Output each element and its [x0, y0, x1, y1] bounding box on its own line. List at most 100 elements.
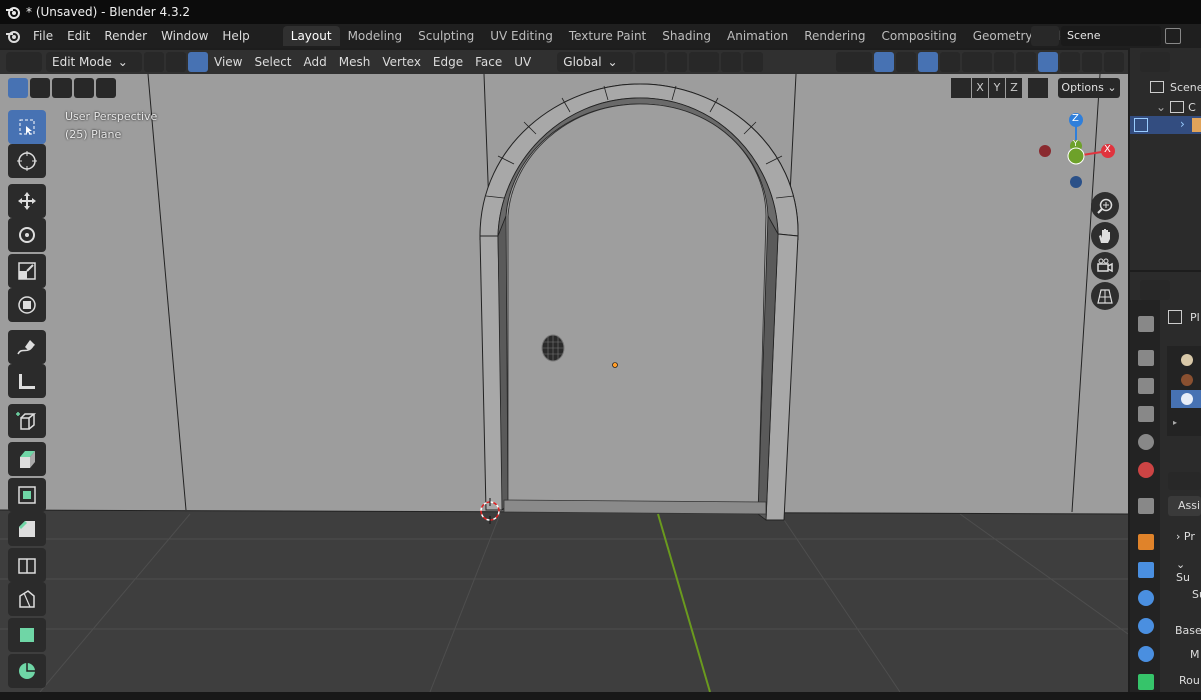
tool-transform[interactable] — [8, 288, 46, 322]
tool-move[interactable] — [8, 184, 46, 218]
tool-poly-build[interactable] — [8, 618, 46, 652]
preview-panel-header[interactable]: › Pr — [1176, 530, 1195, 543]
tab-uv-editing[interactable]: UV Editing — [482, 26, 561, 46]
transform-orientation-dropdown[interactable]: Global ⌄ — [557, 52, 634, 72]
orthographic-toggle-button[interactable] — [1091, 282, 1119, 310]
gizmo-toggle-icon[interactable] — [874, 52, 894, 72]
physics-icon[interactable] — [1138, 618, 1154, 634]
menu-view[interactable]: View — [208, 55, 248, 69]
wireframe-shading-icon[interactable] — [1016, 52, 1036, 72]
tab-texture-paint[interactable]: Texture Paint — [561, 26, 654, 46]
menu-edit[interactable]: Edit — [60, 24, 97, 48]
tool-extrude[interactable] — [8, 442, 46, 476]
zoom-button[interactable] — [1091, 192, 1119, 220]
mesh-data-icon[interactable] — [1138, 674, 1154, 690]
tab-rendering[interactable]: Rendering — [796, 26, 873, 46]
falloff-icon[interactable] — [743, 52, 764, 72]
tab-sculpting[interactable]: Sculpting — [410, 26, 482, 46]
tool-spin[interactable] — [8, 654, 46, 688]
select-box-intersect-icon[interactable] — [96, 78, 116, 98]
material-slot-3-selected[interactable] — [1171, 390, 1201, 408]
xray-icon[interactable] — [994, 52, 1014, 72]
face-select-icon[interactable] — [188, 52, 208, 72]
proportional-edit-icon[interactable] — [721, 52, 742, 72]
tool-properties-icon[interactable] — [1138, 316, 1154, 332]
tool-select-box[interactable] — [8, 110, 46, 144]
menu-help[interactable]: Help — [215, 24, 256, 48]
axis-x-toggle[interactable]: X — [972, 78, 988, 98]
tab-animation[interactable]: Animation — [719, 26, 796, 46]
menu-window[interactable]: Window — [154, 24, 215, 48]
tool-rotate[interactable] — [8, 218, 46, 252]
outliner-editor-type-icon[interactable] — [1140, 52, 1170, 72]
render-properties-icon[interactable] — [1138, 350, 1154, 366]
pivot-point-icon[interactable] — [635, 52, 666, 72]
select-box-new-icon[interactable] — [8, 78, 28, 98]
new-scene-icon[interactable] — [1165, 28, 1181, 44]
tab-shading[interactable]: Shading — [654, 26, 719, 46]
assign-button[interactable]: Assi — [1168, 496, 1201, 516]
camera-view-button[interactable] — [1091, 252, 1119, 280]
scene-properties-icon[interactable] — [1138, 434, 1154, 450]
menu-file[interactable]: File — [26, 24, 60, 48]
visibility-icon[interactable] — [836, 52, 872, 72]
menu-face[interactable]: Face — [469, 55, 508, 69]
tool-scale[interactable] — [8, 254, 46, 288]
shading-dropdown-icon[interactable] — [1104, 52, 1124, 72]
menu-render[interactable]: Render — [97, 24, 154, 48]
menu-add[interactable]: Add — [298, 55, 333, 69]
scene-name-field[interactable]: Scene — [1061, 26, 1161, 46]
overlay-dropdown-icon[interactable] — [940, 52, 960, 72]
snap-icon[interactable] — [667, 52, 688, 72]
menu-vertex[interactable]: Vertex — [376, 55, 427, 69]
outliner-selected-row[interactable]: › — [1130, 116, 1201, 134]
select-box-extend-icon[interactable] — [30, 78, 50, 98]
snap-target-icon[interactable] — [689, 52, 720, 72]
select-box-invert-icon[interactable] — [74, 78, 94, 98]
tab-compositing[interactable]: Compositing — [873, 26, 964, 46]
material-slot-2-icon[interactable] — [1181, 374, 1193, 386]
constraints-icon[interactable] — [1138, 646, 1154, 662]
tool-add-cube[interactable] — [8, 404, 46, 438]
menu-edge[interactable]: Edge — [427, 55, 469, 69]
row-expand-icon[interactable]: › — [1180, 117, 1185, 131]
select-box-subtract-icon[interactable] — [52, 78, 72, 98]
menu-mesh[interactable]: Mesh — [333, 55, 377, 69]
mesh-edit-overlay-icon[interactable] — [962, 52, 992, 72]
vertex-select-icon[interactable] — [144, 52, 164, 72]
solid-shading-icon[interactable] — [1038, 52, 1058, 72]
tool-knife[interactable] — [8, 582, 46, 616]
collection-properties-icon[interactable] — [1138, 498, 1154, 514]
scene-selector[interactable]: Scene — [1031, 25, 1199, 47]
outliner-scene-row[interactable]: Scene — [1150, 78, 1201, 96]
output-properties-icon[interactable] — [1138, 378, 1154, 394]
tool-annotate[interactable] — [8, 330, 46, 364]
material-slot-1-icon[interactable] — [1181, 354, 1193, 366]
gizmo-dropdown-icon[interactable] — [896, 52, 916, 72]
material-shading-icon[interactable] — [1060, 52, 1080, 72]
tab-layout[interactable]: Layout — [282, 26, 340, 46]
edge-select-icon[interactable] — [166, 52, 186, 72]
outliner-collection-row[interactable]: ⌄ C — [1156, 98, 1196, 116]
tool-cursor[interactable] — [8, 144, 46, 178]
material-slots-list[interactable]: ▸ — [1167, 346, 1201, 436]
particles-icon[interactable] — [1138, 590, 1154, 606]
view-layer-icon[interactable] — [1138, 406, 1154, 422]
object-properties-icon[interactable] — [1138, 534, 1154, 550]
options-dropdown[interactable]: Options ⌄ — [1058, 78, 1120, 98]
3d-viewport[interactable] — [0, 74, 1128, 692]
blender-menu-icon[interactable] — [0, 28, 26, 44]
tool-inset[interactable] — [8, 478, 46, 512]
overlay-toggle-icon[interactable] — [918, 52, 938, 72]
tab-modeling[interactable]: Modeling — [340, 26, 411, 46]
editor-type-icon[interactable] — [6, 52, 42, 72]
list-expand-icon[interactable]: ▸ — [1173, 418, 1177, 427]
menu-uv[interactable]: UV — [508, 55, 537, 69]
tool-loop-cut[interactable] — [8, 548, 46, 582]
properties-editor-type-icon[interactable] — [1140, 280, 1170, 300]
axis-y-toggle[interactable]: Y — [989, 78, 1005, 98]
axis-z-toggle[interactable]: Z — [1006, 78, 1022, 98]
tool-bevel[interactable] — [8, 512, 46, 546]
modifier-properties-icon[interactable] — [1138, 562, 1154, 578]
surface-panel-header[interactable]: ⌄ Su — [1176, 558, 1201, 584]
